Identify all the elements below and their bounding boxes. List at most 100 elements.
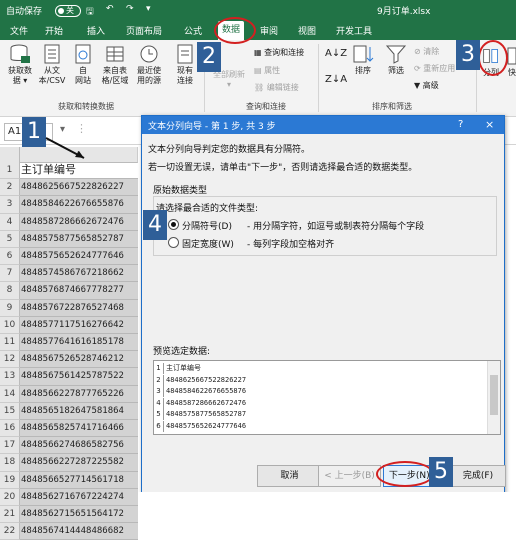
preview-scroll-thumb[interactable] [490,375,498,415]
text-to-columns-dialog: 文本分列向导 - 第 1 步, 共 3 步 ? × 文本分列向导判定您的数据具有… [141,115,506,494]
row-header[interactable]: 5 [0,231,20,248]
row-header[interactable]: 15 [0,403,20,420]
clear-button[interactable]: ⊘ 清除 [414,46,439,57]
table-cell[interactable]: 4848562715651564172 [20,506,138,523]
row-header[interactable]: 7 [0,265,20,282]
row-header[interactable]: 10 [0,317,20,334]
cancel-button[interactable]: 取消 [257,465,322,487]
table-cell[interactable]: 4848567526528746212 [20,351,138,368]
from-text-csv-button[interactable]: 从文 本/CSV [37,44,67,86]
table-cell[interactable]: 4848574586767218662 [20,265,138,282]
delimited-label[interactable]: 分隔符号(D) [182,219,232,232]
row-header[interactable]: 9 [0,300,20,317]
radio-delimited[interactable] [168,219,179,230]
formula-options-icon[interactable]: ⋮ [76,122,87,135]
row-header[interactable]: 1 [0,162,20,179]
table-cell[interactable]: 4848625667522826227 [20,179,138,196]
existing-connections-button[interactable]: 现有 连接 [170,44,200,86]
sort-za-icon: Z↓A [325,74,348,85]
recent-sources-button[interactable]: 最近使 用的源 [133,44,165,86]
sort-button[interactable]: 排序 [350,44,376,76]
row-header[interactable]: 20 [0,489,20,506]
table-cell[interactable]: 4848566227287225582 [20,454,138,472]
from-table-label: 来自表 [103,66,127,75]
row-header[interactable]: 18 [0,454,20,472]
row-header[interactable]: 16 [0,420,20,437]
row-header[interactable]: 19 [0,472,20,489]
group-separator [318,44,319,112]
from-web-label-2: 网站 [75,76,91,85]
sort-az-button[interactable]: A↓Z [325,48,347,59]
ribbon: 获取数 据 ▾ 从文 本/CSV 自 网站 来自表 格/区域 最近使 用的源 现… [0,40,516,117]
from-table-label-2: 格/区域 [101,76,129,85]
fixed-width-label[interactable]: 固定宽度(W) [182,237,234,250]
back-button[interactable]: < 上一步(B) [318,465,381,487]
table-cell[interactable]: 4848565825741716466 [20,420,138,437]
table-cell[interactable]: 4848575652624777646 [20,248,138,265]
refresh-all-button[interactable]: 全部刷新 ▾ [207,70,251,90]
tab-insert[interactable]: 插入 [87,24,105,37]
autosave-toggle[interactable]: 关 [55,5,81,17]
properties-button[interactable]: ▤ 属性 [254,65,280,76]
row-header[interactable]: 3 [0,196,20,214]
save-icon[interactable]: 🖫 [86,4,94,20]
row-header[interactable]: 21 [0,506,20,523]
table-cell[interactable]: 4848584622676655876 [20,196,138,214]
row-header[interactable]: 14 [0,386,20,403]
table-cell[interactable]: 4848576874667778277 [20,282,138,300]
table-cell[interactable]: 4848587286662672476 [20,214,138,231]
select-all-corner[interactable] [0,147,20,163]
tab-review[interactable]: 审阅 [260,24,278,37]
row-header[interactable]: 8 [0,282,20,300]
table-cell[interactable]: 4848566274686582756 [20,437,138,454]
row-header[interactable]: 2 [0,179,20,196]
row-header[interactable]: 22 [0,523,20,540]
table-cell[interactable]: 4848577641616185178 [20,334,138,351]
tab-formulas[interactable]: 公式 [184,24,202,37]
row-header[interactable]: 13 [0,368,20,386]
highlight-ring-text-to-columns [478,40,508,76]
row-header[interactable]: 11 [0,334,20,351]
table-cell[interactable]: 4848567414448486682 [20,523,138,540]
edit-links-button[interactable]: ⛓ 编辑链接 [254,82,299,93]
undo-icon[interactable]: ↶ [106,4,114,14]
row-header[interactable]: 17 [0,437,20,454]
properties-icon: ▤ [254,66,265,75]
table-cell[interactable]: 4848576722876527468 [20,300,138,317]
row-header[interactable]: 6 [0,248,20,265]
table-cell[interactable]: 4848567561425787522 [20,368,138,386]
existing-label: 现有 [177,66,193,75]
get-data-button[interactable]: 获取数 据 ▾ [5,44,35,86]
tab-page-layout[interactable]: 页面布局 [126,24,162,37]
reapply-button[interactable]: ⟳ 重新应用 [414,63,455,74]
row-header[interactable]: 12 [0,351,20,368]
row-header[interactable]: 4 [0,214,20,231]
table-cell[interactable]: 4848575877565852787 [20,231,138,248]
text-file-icon [44,44,60,64]
customize-icon[interactable]: ▾ [146,4,151,14]
queries-connections-button[interactable]: ▦ 查询和连接 [254,47,304,58]
advanced-button[interactable]: ▼ 高级 [414,80,439,91]
from-table-button[interactable]: 来自表 格/区域 [98,44,132,86]
filter-button[interactable]: 筛选 [383,44,409,76]
from-web-button[interactable]: 自 网站 [70,44,96,86]
table-cell[interactable]: 4848565182647581864 [20,403,138,420]
finish-button[interactable]: 完成(F) [450,465,506,487]
radio-fixed-width[interactable] [168,237,179,248]
table-cell[interactable]: 4848566527714561718 [20,472,138,489]
table-cell[interactable]: 4848577117516276642 [20,317,138,334]
tab-home[interactable]: 开始 [45,24,63,37]
tab-view[interactable]: 视图 [298,24,316,37]
table-cell[interactable]: 4848562716767224274 [20,489,138,506]
title-bar: 自动保存 关 🖫 ↶ ↷ ▾ 9月订单.xlsx [0,0,516,20]
help-icon[interactable]: ? [458,119,463,130]
tab-developer[interactable]: 开发工具 [336,24,372,37]
table-cell[interactable]: 4848566227877765226 [20,386,138,403]
redo-icon[interactable]: ↷ [126,4,134,14]
preview-scrollbar[interactable] [487,361,500,434]
close-icon[interactable]: × [485,118,494,131]
preview-row-text: 主订单编号 [166,364,201,372]
sort-za-button[interactable]: Z↓A [325,74,347,85]
name-box-dropdown-icon[interactable]: ▾ [60,124,65,135]
tab-file[interactable]: 文件 [10,24,28,37]
